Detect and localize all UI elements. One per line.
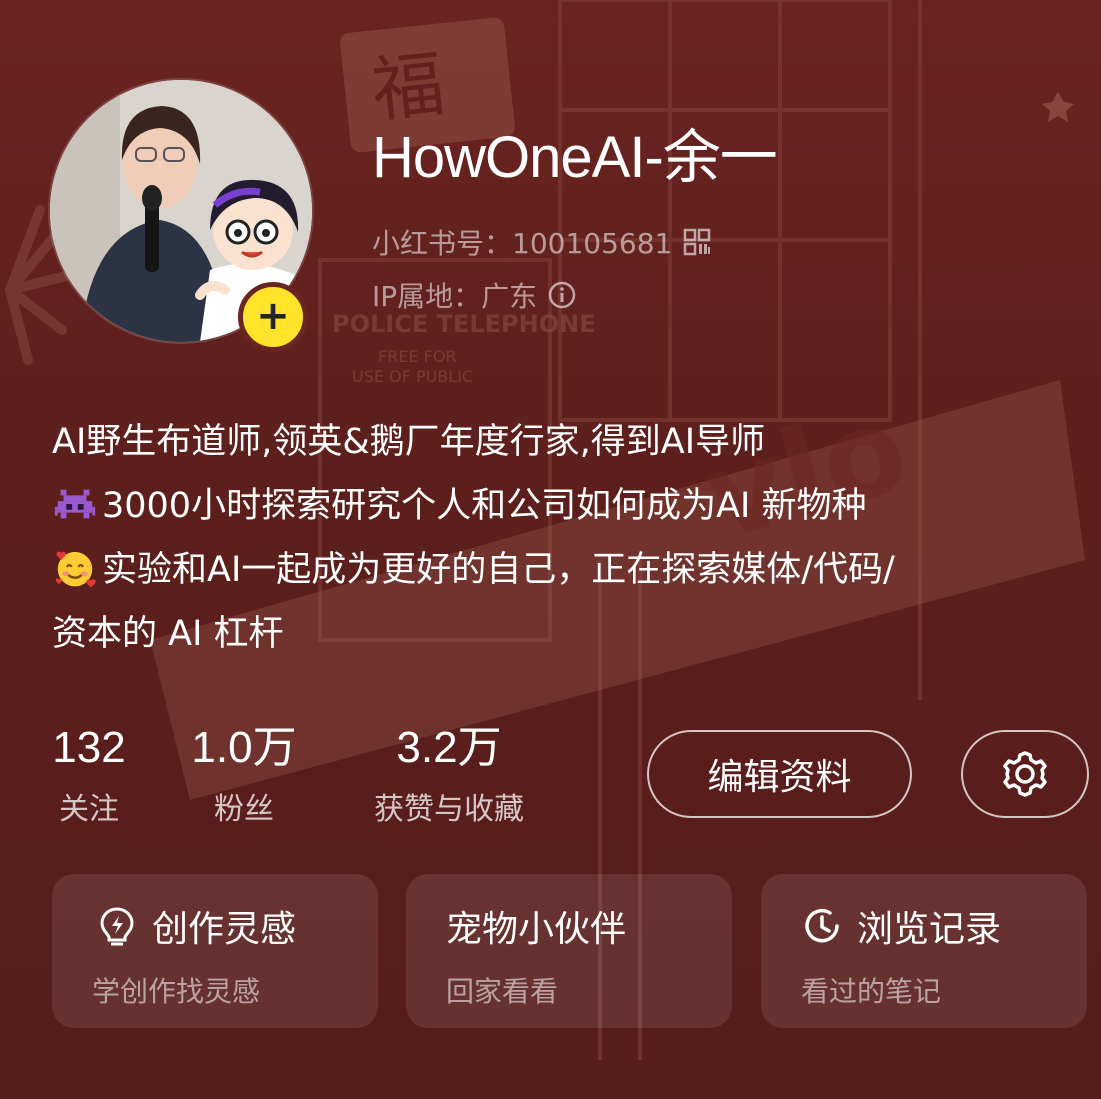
card-pet-title: 宠物小伙伴	[446, 909, 627, 950]
bio-line-2-text: 3000小时探索研究个人和公司如何成为AI 新物种	[102, 486, 867, 526]
profile-nickname: HowOneAI-余一	[372, 125, 778, 190]
stat-followers[interactable]: 1.0万 粉丝	[186, 722, 302, 828]
card-creation-inspiration[interactable]: 创作灵感 学创作找灵感	[52, 874, 378, 1028]
add-avatar-button[interactable]: +	[238, 282, 308, 352]
following-label: 关注	[59, 792, 119, 827]
card-history-subtitle: 看过的笔记	[801, 975, 942, 1008]
plus-icon: +	[256, 292, 290, 339]
card-creation-title-row: 创作灵感	[96, 900, 296, 952]
red-id-text: 小红书号：100105681	[372, 227, 673, 260]
bio-line-4: 资本的 AI 杠杆	[52, 614, 284, 654]
card-pet-buddy[interactable]: 宠物小伙伴 回家看看	[406, 874, 732, 1028]
likes-label: 获赞与收藏	[374, 792, 524, 827]
likes-count: 3.2万	[396, 723, 502, 772]
lightbulb-icon	[100, 907, 134, 946]
svg-text:USE OF PUBLIC: USE OF PUBLIC	[352, 367, 473, 386]
stat-following[interactable]: 132 关注	[50, 722, 128, 828]
card-pet-subtitle: 回家看看	[446, 975, 559, 1008]
card-history-title: 浏览记录	[857, 909, 1002, 950]
qr-code-icon[interactable]	[682, 227, 712, 257]
smiling-face-with-hearts-emoji-icon	[55, 551, 96, 588]
followers-label: 粉丝	[214, 792, 274, 827]
bio-line-1: AI野生布道师,领英&鹅厂年度行家,得到AI导师	[52, 422, 766, 462]
edit-profile-button[interactable]: 编辑资料	[647, 730, 912, 818]
ip-location-text: IP属地：广东	[372, 280, 538, 313]
clock-icon	[805, 908, 839, 943]
card-creation-title: 创作灵感	[152, 909, 297, 950]
settings-button[interactable]	[961, 730, 1089, 818]
ip-location-row[interactable]: IP属地：广东	[372, 275, 577, 315]
svg-text:FREE FOR: FREE FOR	[378, 347, 457, 366]
bio-line-2: 3000小时探索研究个人和公司如何成为AI 新物种	[52, 474, 1072, 538]
info-icon[interactable]	[547, 280, 577, 310]
followers-count: 1.0万	[191, 723, 297, 772]
following-count: 132	[52, 723, 126, 772]
card-pet-title-row: 宠物小伙伴	[446, 900, 626, 952]
card-browsing-history[interactable]: 浏览记录 看过的笔记	[761, 874, 1087, 1028]
profile-bio[interactable]: AI野生布道师,领英&鹅厂年度行家,得到AI导师 3000小时探索研究个人和公司…	[52, 410, 1072, 666]
card-history-title-row: 浏览记录	[801, 900, 1001, 952]
bio-line-3: 实验和AI一起成为更好的自己，正在探索媒体/代码/	[52, 538, 1072, 602]
profile-screen: 福 POLICE TELEPHONE FREE FOR USE OF PUBLI…	[0, 0, 1101, 1099]
card-creation-subtitle: 学创作找灵感	[92, 975, 261, 1008]
stat-likes-and-collects[interactable]: 3.2万 获赞与收藏	[358, 722, 540, 828]
alien-monster-emoji-icon	[54, 489, 96, 519]
bio-line-3-text: 实验和AI一起成为更好的自己，正在探索媒体/代码/	[102, 550, 895, 590]
gear-icon	[1003, 751, 1047, 797]
red-id-row[interactable]: 小红书号：100105681	[372, 222, 712, 262]
avatar-container[interactable]: +	[50, 80, 312, 352]
